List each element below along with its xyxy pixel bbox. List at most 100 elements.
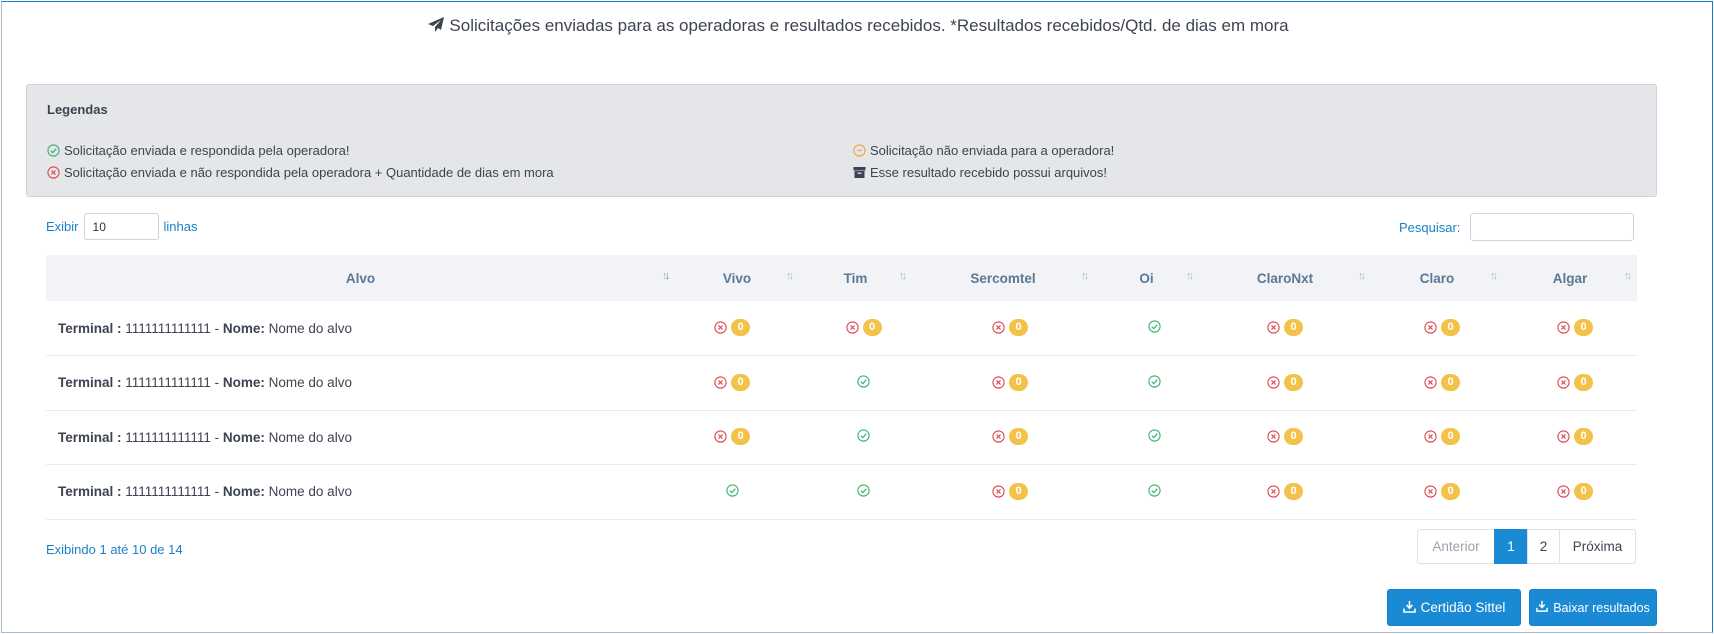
check-circle-icon[interactable] xyxy=(857,375,870,388)
terminal-label: Terminal : xyxy=(58,320,122,336)
column-header-vivo[interactable]: Vivo ↑↓ xyxy=(675,255,799,301)
check-circle-icon[interactable] xyxy=(1148,320,1161,333)
pagination-page-1[interactable]: 1 xyxy=(1494,529,1528,564)
show-label: Exibir xyxy=(46,219,79,234)
cell-vivo xyxy=(675,464,799,520)
nome-value: Nome do alvo xyxy=(268,320,352,336)
baixar-resultados-button[interactable]: Baixar resultados xyxy=(1529,589,1657,626)
pagination-next[interactable]: Próxima xyxy=(1559,529,1636,564)
days-overdue-badge: 0 xyxy=(1441,482,1460,500)
x-circle-icon[interactable] xyxy=(714,376,727,389)
x-circle-icon[interactable] xyxy=(1267,485,1280,498)
cell-tim: 0 xyxy=(799,301,912,356)
column-header-claro[interactable]: Claro ↑↓ xyxy=(1371,255,1503,301)
x-circle-icon[interactable] xyxy=(992,376,1005,389)
x-circle-icon[interactable] xyxy=(1267,430,1280,443)
x-circle-icon[interactable] xyxy=(1267,376,1280,389)
cell-alvo: Terminal : 1111111111111 - Nome: Nome do… xyxy=(46,301,675,356)
x-circle-icon[interactable] xyxy=(1424,430,1437,443)
terminal-label: Terminal : xyxy=(58,484,122,500)
search-label: Pesquisar: xyxy=(1399,219,1461,235)
column-header-alvo[interactable]: Alvo ↑↓ xyxy=(46,255,675,301)
search-control: Pesquisar: xyxy=(1399,213,1635,241)
x-circle-icon[interactable] xyxy=(714,321,727,334)
x-circle-icon[interactable] xyxy=(714,430,727,443)
legend-item-label: Solicitação enviada e não respondida pel… xyxy=(64,165,554,180)
days-overdue-badge: 0 xyxy=(1441,428,1460,446)
x-circle-icon[interactable] xyxy=(992,321,1005,334)
column-header-oi[interactable]: Oi ↑↓ xyxy=(1094,255,1199,301)
check-circle-icon[interactable] xyxy=(725,484,739,497)
table-row: Terminal : 1111111111111 - Nome: Nome do… xyxy=(46,301,1637,356)
check-circle-icon[interactable] xyxy=(857,484,870,497)
cell-claronxt: 0 xyxy=(1199,464,1371,520)
cell-oi xyxy=(1094,464,1199,520)
x-circle-icon[interactable] xyxy=(1557,485,1570,498)
certidao-sittel-label: Certidão Sittel xyxy=(1420,600,1506,615)
cell-claronxt: 0 xyxy=(1199,410,1371,465)
x-circle-icon[interactable] xyxy=(1267,321,1280,334)
days-overdue-badge: 0 xyxy=(1009,373,1028,391)
column-header-claronxt[interactable]: ClaroNxt ↑↓ xyxy=(1199,255,1371,301)
sort-icon: ↑↓ xyxy=(1358,270,1366,282)
x-circle-icon[interactable] xyxy=(1424,321,1437,334)
terminal-value: 1111111111111 xyxy=(125,484,211,500)
column-header-algar[interactable]: Algar ↑↓ xyxy=(1503,255,1637,301)
x-circle-icon[interactable] xyxy=(845,321,859,334)
days-overdue-badge: 0 xyxy=(731,319,750,336)
certidao-sittel-button[interactable]: Certidão Sittel xyxy=(1387,589,1521,626)
legend-item-label: Solicitação não enviada para a operadora… xyxy=(870,143,1115,158)
legend-item-answered: Solicitação enviada e respondida pela op… xyxy=(47,143,349,158)
column-header-sercomtel[interactable]: Sercomtel ↑↓ xyxy=(912,255,1094,301)
check-circle-icon[interactable] xyxy=(1148,484,1161,497)
archive-icon xyxy=(853,166,866,179)
x-circle-icon[interactable] xyxy=(1557,376,1570,389)
table-header-row: Alvo ↑↓ Vivo ↑↓ Tim ↑↓ Sercomtel ↑↓ Oi ↑↓ Cla… xyxy=(46,255,1637,301)
legend-item-label: Esse resultado recebido possui arquivos! xyxy=(870,165,1108,180)
page-length-control: Exibir linhas xyxy=(46,213,197,240)
x-circle-icon[interactable] xyxy=(992,430,1005,443)
days-overdue-badge: 0 xyxy=(1284,373,1303,391)
cell-vivo: 0 xyxy=(675,355,799,411)
cell-oi xyxy=(1094,410,1199,465)
cell-algar: 0 xyxy=(1503,410,1637,465)
table-row: Terminal : 1111111111111 - Nome: Nome do… xyxy=(46,410,1637,465)
cell-claro: 0 xyxy=(1371,355,1503,411)
page-length-input[interactable] xyxy=(83,213,159,240)
cell-vivo: 0 xyxy=(675,410,799,465)
x-circle-icon[interactable] xyxy=(1424,376,1437,389)
table-info: Exibindo 1 até 10 de 14 xyxy=(46,542,183,557)
sort-icon: ↑↓ xyxy=(786,270,794,282)
sort-icon: ↑↓ xyxy=(1624,270,1632,282)
legend-item-unanswered: Solicitação enviada e não respondida pel… xyxy=(47,165,554,180)
cell-tim xyxy=(799,464,912,520)
column-header-tim[interactable]: Tim ↑↓ xyxy=(799,255,912,301)
sort-icon: ↑↓ xyxy=(1186,270,1194,282)
cell-oi xyxy=(1094,301,1199,356)
pagination-page-2[interactable]: 2 xyxy=(1527,529,1560,564)
check-circle-icon[interactable] xyxy=(1148,429,1161,442)
pagination-previous[interactable]: Anterior xyxy=(1417,529,1495,564)
x-circle-icon[interactable] xyxy=(1557,321,1570,334)
cell-vivo: 0 xyxy=(675,301,799,356)
check-circle-icon[interactable] xyxy=(857,429,870,442)
x-circle-icon[interactable] xyxy=(1557,430,1570,443)
download-icon xyxy=(1536,600,1549,615)
days-overdue-badge: 0 xyxy=(1284,482,1303,500)
cell-claro: 0 xyxy=(1371,464,1503,520)
cell-sercomtel: 0 xyxy=(912,464,1094,520)
days-overdue-badge: 0 xyxy=(1009,482,1028,500)
nome-label: Nome: xyxy=(222,320,265,336)
minus-circle-icon xyxy=(853,144,866,157)
days-overdue-badge: 0 xyxy=(1574,428,1593,446)
sort-icon: ↑↓ xyxy=(1081,270,1089,282)
days-overdue-badge: 0 xyxy=(1284,319,1303,336)
table-row: Terminal : 1111111111111 - Nome: Nome do… xyxy=(46,464,1637,520)
page-frame: Solicitações enviadas para as operadoras… xyxy=(1,1,1713,633)
search-input[interactable] xyxy=(1470,213,1635,241)
check-circle-icon[interactable] xyxy=(1148,375,1161,388)
days-overdue-badge: 0 xyxy=(862,319,882,336)
x-circle-icon[interactable] xyxy=(992,485,1005,498)
x-circle-icon[interactable] xyxy=(1424,485,1437,498)
cell-tim xyxy=(799,410,912,465)
